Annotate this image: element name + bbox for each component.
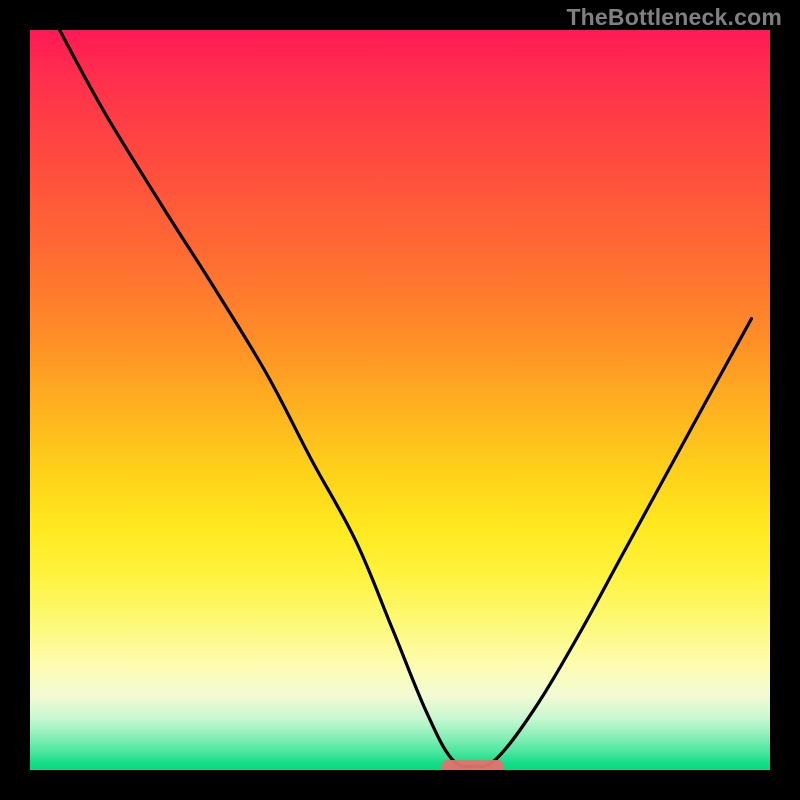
plot-area — [30, 30, 770, 770]
min-marker — [441, 760, 504, 770]
curve-path — [60, 30, 752, 767]
bottleneck-curve — [30, 30, 770, 770]
watermark-text: TheBottleneck.com — [566, 4, 782, 31]
chart-frame: TheBottleneck.com — [0, 0, 800, 800]
